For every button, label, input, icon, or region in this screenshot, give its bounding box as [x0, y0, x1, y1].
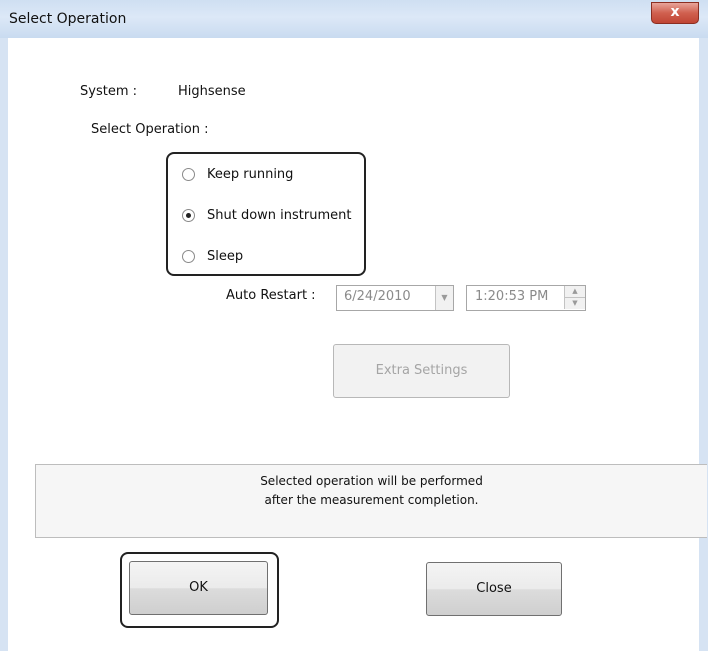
radio-shut-down-instrument[interactable]: Shut down instrument: [182, 205, 351, 225]
operation-radio-group: Keep running Shut down instrument Sleep: [166, 152, 366, 276]
spin-down-icon[interactable]: ▼: [564, 298, 585, 309]
time-value: 1:20:53 PM: [475, 289, 549, 304]
system-label: System :: [80, 84, 137, 99]
info-message-line-1: Selected operation will be performed: [260, 474, 483, 488]
close-button[interactable]: Close: [426, 562, 562, 616]
auto-restart-label: Auto Restart :: [226, 288, 316, 303]
radio-button-icon[interactable]: [182, 167, 195, 181]
dialog-client-area: System : Highsense Select Operation : Ke…: [8, 38, 707, 651]
extra-settings-button[interactable]: Extra Settings: [333, 344, 510, 398]
ok-button-label: OK: [189, 580, 208, 595]
auto-restart-time-picker[interactable]: 1:20:53 PM ▲ ▼: [466, 285, 586, 311]
window-title: Select Operation: [9, 11, 127, 27]
radio-label: Shut down instrument: [207, 207, 352, 223]
extra-settings-label: Extra Settings: [375, 363, 468, 378]
chevron-down-icon[interactable]: ▼: [435, 286, 453, 310]
system-value: Highsense: [178, 84, 246, 99]
window-frame-left: [0, 38, 8, 651]
date-value: 6/24/2010: [344, 289, 411, 304]
title-bar: Select Operation x: [0, 0, 708, 39]
auto-restart-date-picker[interactable]: 6/24/2010 ▼: [336, 285, 454, 311]
close-window-button[interactable]: x: [651, 2, 699, 24]
radio-button-checked-icon[interactable]: [182, 208, 195, 222]
spin-up-icon[interactable]: ▲: [564, 286, 585, 298]
ok-button[interactable]: OK: [129, 561, 268, 615]
info-panel: Selected operation will be performed aft…: [35, 464, 707, 538]
radio-label: Sleep: [207, 248, 244, 264]
info-message-line-2: after the measurement completion.: [264, 493, 479, 507]
close-icon: x: [670, 4, 680, 20]
radio-sleep[interactable]: Sleep: [182, 246, 243, 266]
radio-button-icon[interactable]: [182, 249, 195, 263]
radio-keep-running[interactable]: Keep running: [182, 164, 293, 184]
select-operation-label: Select Operation :: [91, 122, 209, 137]
window-frame-right: [699, 38, 708, 651]
close-button-label: Close: [476, 581, 512, 596]
radio-label: Keep running: [207, 166, 294, 182]
